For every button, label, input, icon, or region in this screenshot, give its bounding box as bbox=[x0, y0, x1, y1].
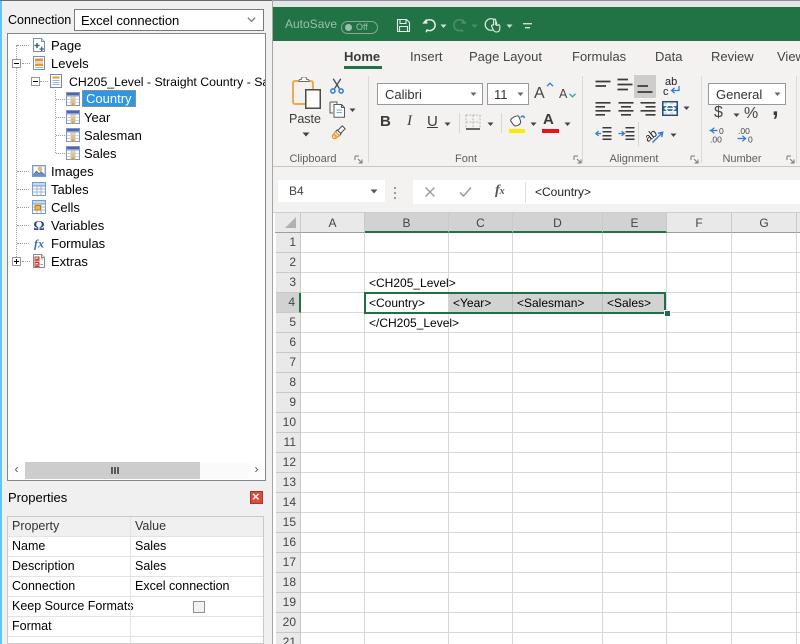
svg-text:0: 0 bbox=[748, 135, 753, 144]
svg-text:.00: .00 bbox=[710, 135, 722, 144]
svg-text:c: c bbox=[663, 86, 669, 98]
svg-text:A: A bbox=[559, 87, 568, 101]
svg-text:A: A bbox=[534, 85, 545, 102]
